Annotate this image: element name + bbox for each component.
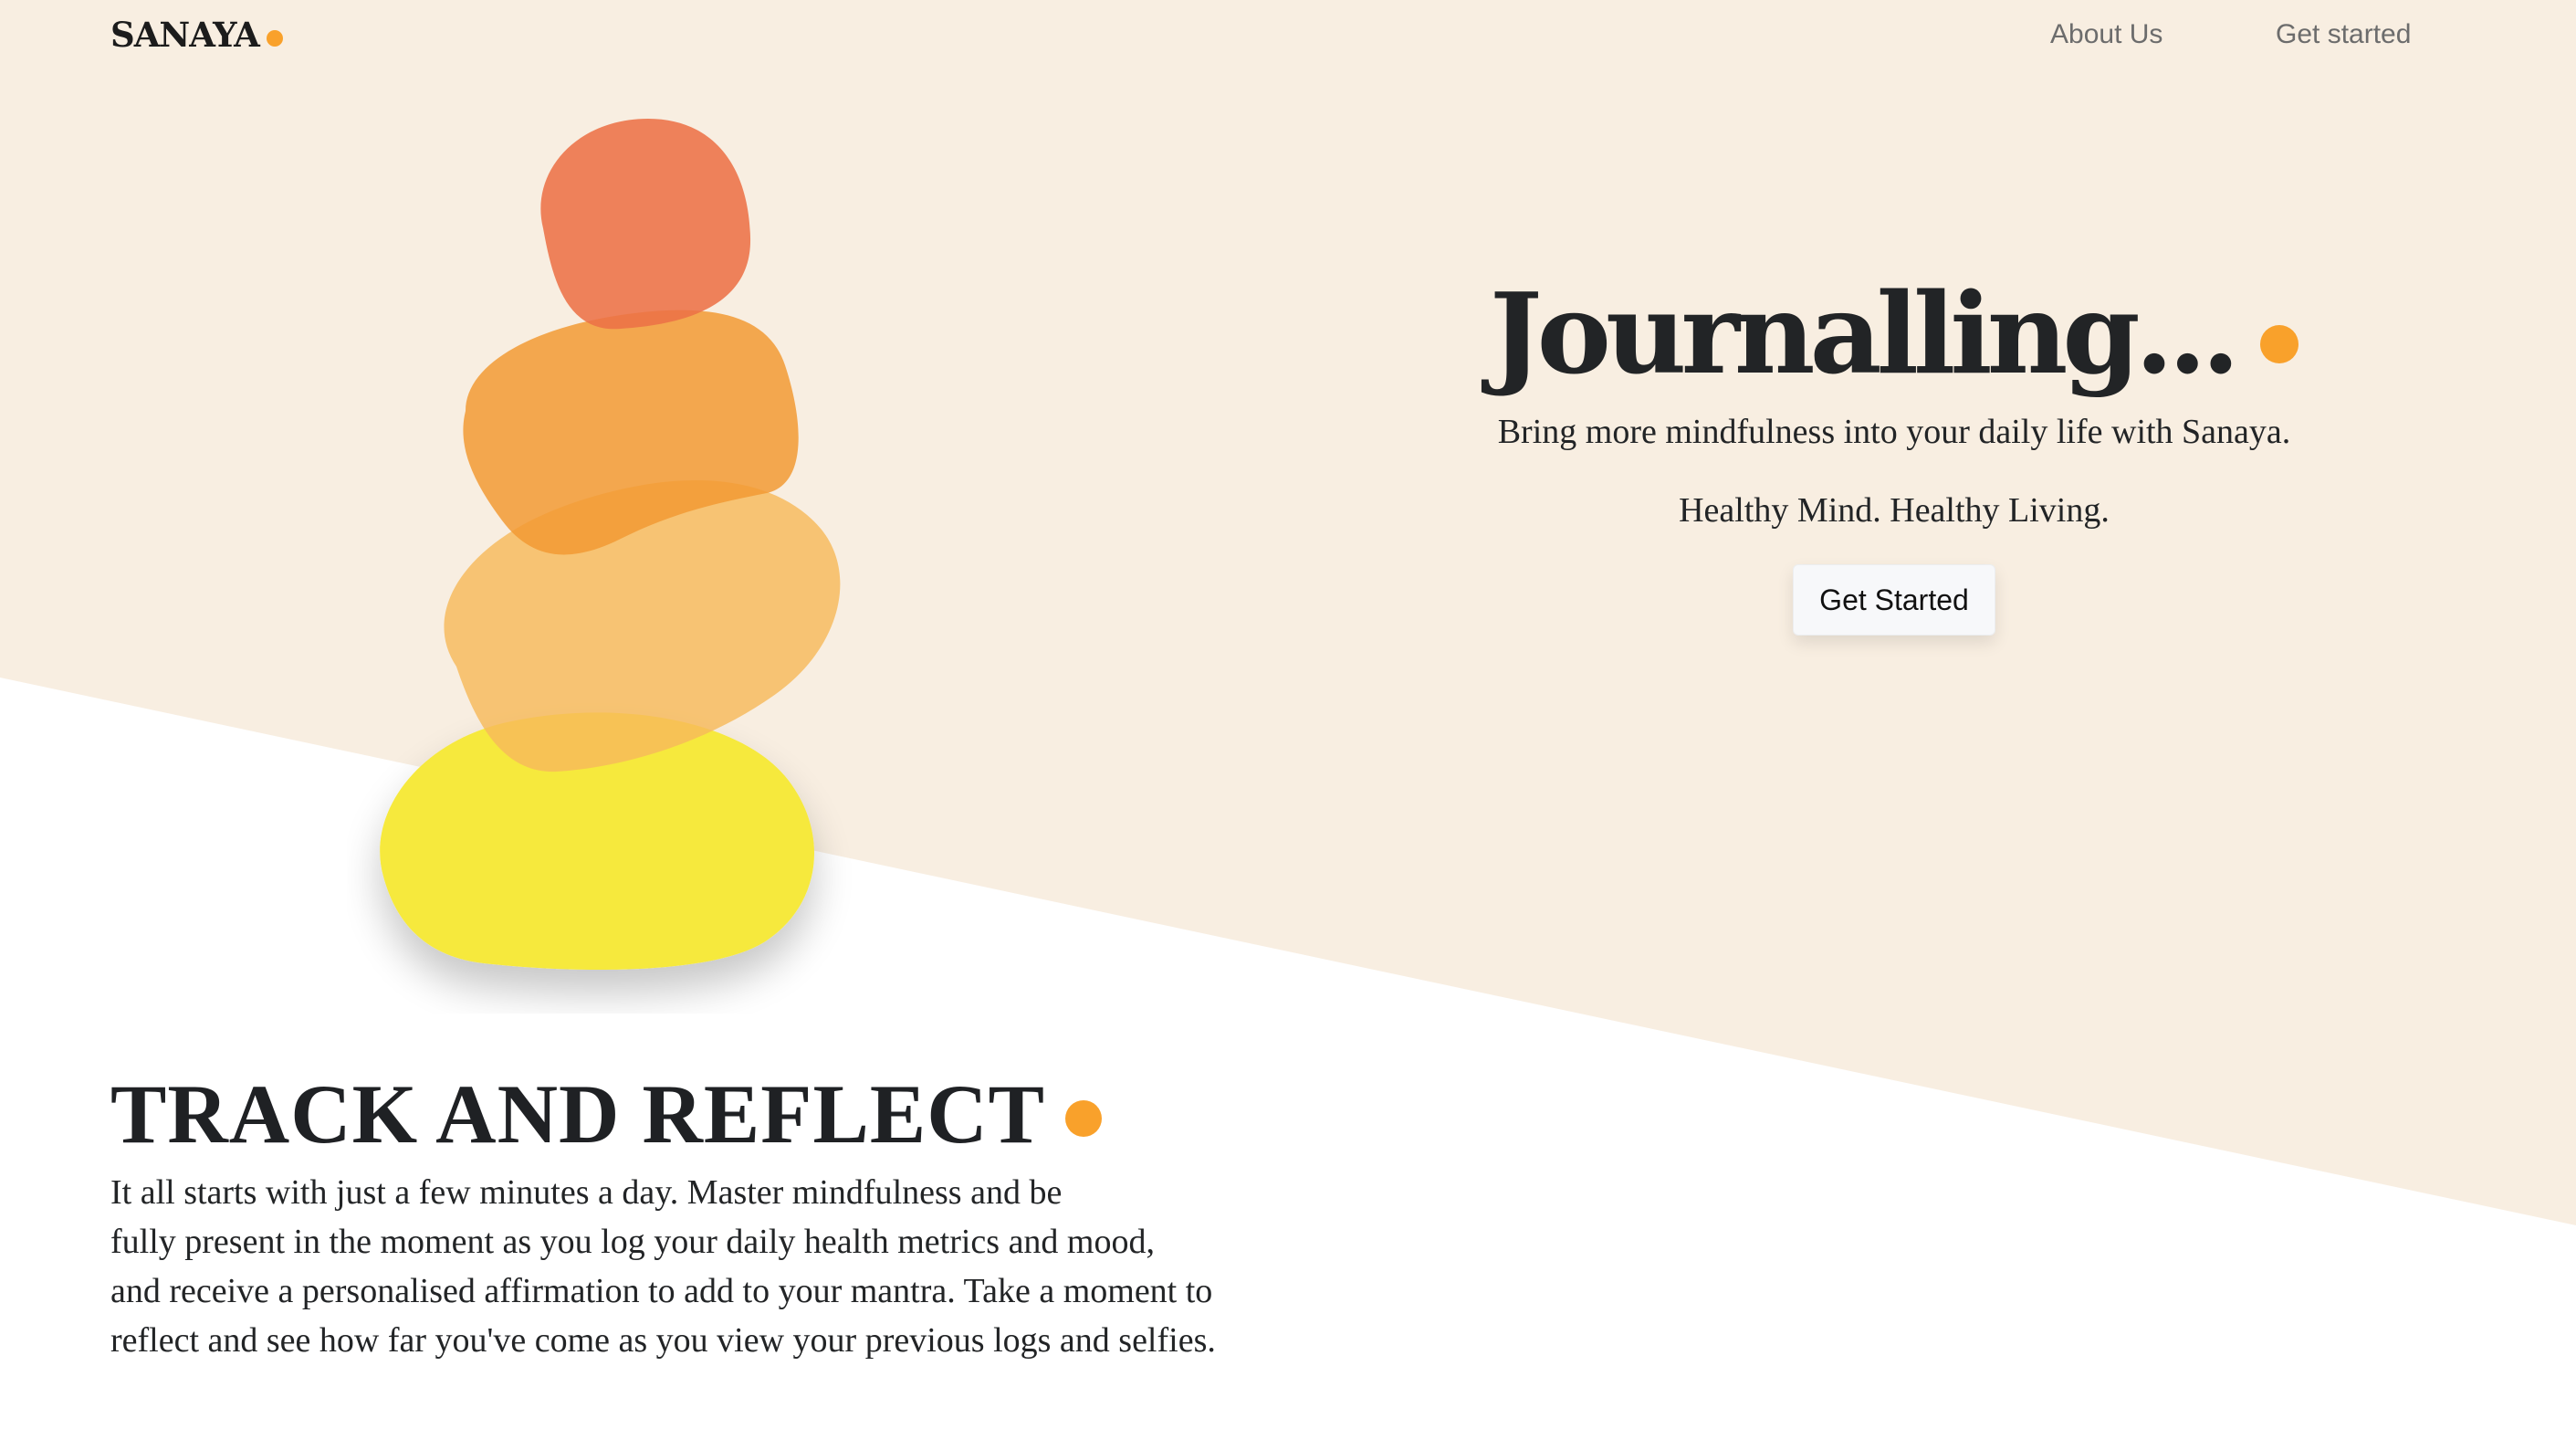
stacked-stones-illustration <box>380 119 841 971</box>
brand-dot-icon <box>266 30 283 47</box>
track-line: fully present in the moment as you log y… <box>110 1223 1155 1261</box>
brand-logo[interactable]: SANAYA <box>110 15 283 55</box>
navbar: SANAYA About Us Get started <box>0 0 2576 73</box>
hero-title-text: Journalling... <box>1489 268 2240 399</box>
stone-coral-top <box>540 119 751 330</box>
track-line: reflect and see how far you've come as y… <box>110 1321 1216 1360</box>
hero-tagline: Healthy Mind. Healthy Living. <box>1679 491 2110 530</box>
track-title-text: TRACK AND REFLECT <box>110 1067 1046 1161</box>
track-line: and receive a personalised affirmation t… <box>110 1272 1213 1310</box>
hero-title: Journalling... <box>1490 265 2299 402</box>
nav-link-about-us[interactable]: About Us <box>2050 16 2162 53</box>
page: SANAYA About Us Get started Journalling.… <box>0 0 2576 1450</box>
track-title: TRACK AND REFLECT <box>110 1064 1103 1164</box>
nav-link-get-started[interactable]: Get started <box>2276 16 2411 53</box>
track-dot-icon <box>1065 1100 1103 1137</box>
get-started-button[interactable]: Get Started <box>1793 564 1995 636</box>
hero-section: Journalling... Bring more mindfulness in… <box>1424 265 2364 636</box>
track-line: It all starts with just a few minutes a … <box>110 1173 1063 1212</box>
hero-subtitle: Bring more mindfulness into your daily l… <box>1497 413 2291 451</box>
hero-dot-icon <box>2260 325 2299 363</box>
track-description: It all starts with just a few minutes a … <box>110 1168 1334 1365</box>
track-section: TRACK AND REFLECT It all starts with jus… <box>110 1064 1388 1365</box>
brand-name: SANAYA <box>110 15 260 55</box>
